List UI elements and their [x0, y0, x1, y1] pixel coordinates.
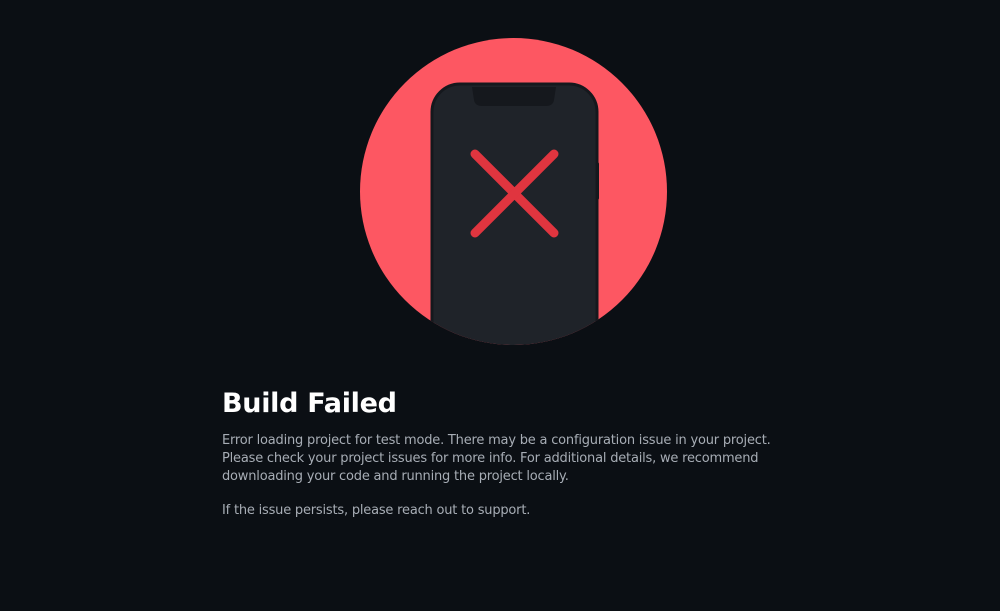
phone-icon [430, 82, 599, 345]
phone-notch [472, 87, 556, 106]
build-failed-illustration [360, 38, 667, 345]
error-content: Build Failed Error loading project for t… [222, 386, 802, 520]
support-message: If the issue persists, please reach out … [222, 503, 531, 518]
page-title: Build Failed [222, 388, 397, 419]
phone-with-x-icon [360, 38, 667, 345]
error-message: Error loading project for test mode. The… [222, 433, 771, 484]
phone-body [430, 82, 599, 345]
